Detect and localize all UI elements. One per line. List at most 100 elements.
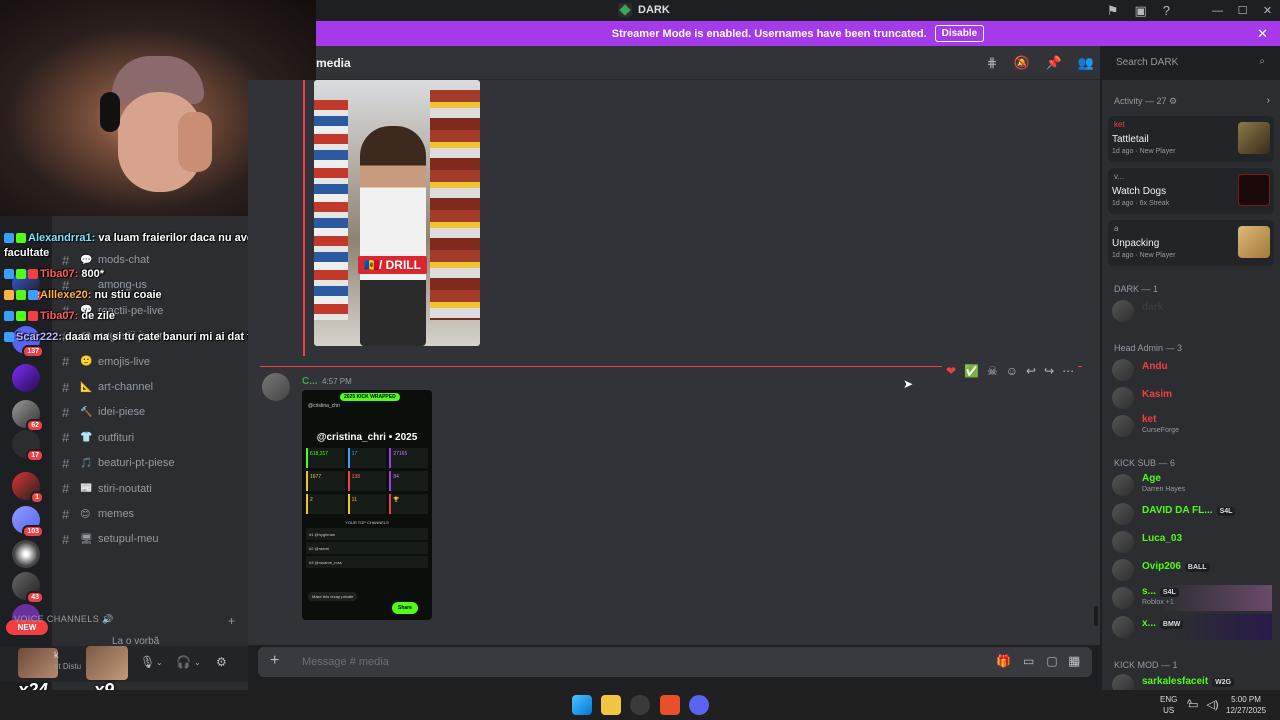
banner-close-icon[interactable]: ✕ — [1257, 26, 1268, 42]
brave-browser-icon[interactable] — [660, 695, 680, 715]
server-icon[interactable] — [12, 364, 40, 392]
video-attachment[interactable]: 🇲🇩/ DRILL — [314, 80, 480, 346]
chevron-right-icon[interactable]: › — [1267, 95, 1270, 106]
member-item[interactable]: Ovip206 BALL — [1112, 557, 1272, 583]
top-channels-label: YOUR TOP CHANNELS — [345, 520, 389, 525]
sticker-icon[interactable]: ▢ — [1046, 654, 1057, 668]
search-input[interactable]: Search DARK ⌕ — [1110, 53, 1270, 73]
channel-item-beaturi-pt-piese[interactable]: # 🎵 beaturi-pt-piese — [62, 452, 240, 474]
help-icon[interactable]: ? — [1163, 3, 1170, 19]
scrollbar-thumb[interactable] — [1094, 606, 1098, 626]
stat-cell: 618,317 — [306, 448, 345, 468]
gif-icon[interactable]: ▭ — [1023, 654, 1034, 668]
threads-icon[interactable]: ⋕ — [987, 55, 998, 71]
message-author-avatar[interactable] — [262, 373, 290, 401]
chat-badge-icon — [28, 311, 38, 322]
top-channel-row: #3 @rosame_ross — [306, 556, 428, 568]
obs-icon[interactable] — [630, 695, 650, 715]
close-window-icon[interactable]: ✕ — [1255, 0, 1280, 21]
server-icon[interactable]: 1 — [12, 472, 44, 504]
member-item[interactable]: Kasim — [1112, 385, 1272, 411]
member-item[interactable]: Luca_03 — [1112, 529, 1272, 555]
chevron-down-icon[interactable]: ⌄ — [194, 658, 201, 667]
inbox-icon[interactable]: ▣ — [1134, 3, 1146, 19]
message-author[interactable]: C... — [302, 376, 318, 387]
clock[interactable]: 5:00 PM 12/27/2025 — [1226, 694, 1266, 716]
member-item[interactable]: Age Darren Hayes — [1112, 472, 1272, 498]
user-status: ot Distu — [54, 662, 82, 671]
input-language[interactable]: ENG US — [1160, 694, 1177, 716]
channel-item-setupul-meu[interactable]: # 🖥 setupul-meu — [62, 528, 240, 550]
channel-item-idei-piese[interactable]: # 🔨 idei-piese — [62, 401, 240, 423]
reply-thread-line — [303, 80, 305, 356]
activity-meta: 1d ago · New Player — [1112, 148, 1176, 155]
message-composer[interactable]: + Message # media 🎁 ▭ ▢ ☺ — [258, 647, 1092, 677]
chevron-down-icon[interactable]: ⌄ — [156, 658, 163, 667]
member-item[interactable]: Andu — [1112, 357, 1272, 383]
channel-item-art-channel[interactable]: # 📐 art-channel — [62, 376, 240, 398]
chat-user: Tiba07: — [40, 310, 79, 322]
volume-icon[interactable]: ◁) — [1206, 698, 1218, 711]
attach-plus-icon[interactable]: + — [270, 652, 279, 670]
member-item[interactable]: x... BMW — [1112, 614, 1272, 640]
nitro-gift-icon[interactable]: 🎁 — [996, 654, 1011, 668]
channel-item-stiri-noutati[interactable]: # 📰 stiri-noutati — [62, 478, 240, 500]
heart-reaction-icon[interactable]: ❤ — [946, 364, 956, 378]
channel-item-emojis-live[interactable]: # 🙂 emojis-live — [62, 351, 240, 373]
member-item[interactable]: dark — [1112, 298, 1272, 324]
member-avatar — [1112, 387, 1134, 409]
voice-channels-header[interactable]: VOICE CHANNELS 🔊 — [14, 614, 114, 625]
tray-icons: ▭ ◁) — [1188, 698, 1219, 711]
skull-reaction-icon[interactable]: ☠ — [987, 364, 998, 378]
member-activity: Darren Hayes — [1142, 486, 1186, 493]
check-reaction-icon[interactable]: ✅ — [964, 364, 979, 378]
member-name: ket — [1142, 414, 1157, 425]
activity-user: a — [1114, 224, 1119, 233]
activity-card[interactable]: v... Watch Dogs 1d ago · 6x Streak — [1108, 168, 1274, 214]
kick-wrapped-image[interactable]: 2025 KICK WRAPPED @cristina_chri @cristi… — [302, 390, 432, 620]
microphone-icon[interactable]: 🎙 — [140, 655, 155, 669]
user-avatar[interactable] — [18, 648, 58, 678]
add-voice-channel-icon[interactable]: + — [228, 614, 235, 628]
window-title: DARK — [618, 3, 670, 17]
windows-start-icon[interactable] — [572, 695, 592, 715]
member-list-icon[interactable]: 👥 — [1078, 55, 1094, 71]
member-item[interactable]: ket CurseForge — [1112, 413, 1272, 439]
activity-header[interactable]: Activity — 27 ⚙ — [1114, 96, 1177, 107]
disable-streamer-mode-button[interactable]: Disable — [934, 25, 985, 42]
channel-item-outfituri[interactable]: # 👕 outfituri — [62, 427, 240, 449]
settings-gear-icon[interactable]: ⚙ — [216, 655, 227, 669]
server-icon[interactable]: 103 — [12, 506, 44, 538]
activity-card[interactable]: a Unpacking 1d ago · New Player — [1108, 220, 1274, 266]
add-reaction-icon[interactable]: ☺ — [1006, 364, 1018, 378]
user-name: k — [54, 650, 59, 660]
server-icon[interactable]: 17 — [12, 430, 44, 462]
forward-icon[interactable]: ↪ — [1044, 364, 1054, 378]
member-item[interactable]: s... S4L Roblox +1 — [1112, 585, 1272, 611]
activity-card[interactable]: ket Tattletail 1d ago · New Player — [1108, 116, 1274, 162]
network-icon[interactable]: ▭ — [1188, 698, 1198, 711]
apps-icon[interactable]: ▦ — [1068, 653, 1080, 669]
file-explorer-icon[interactable] — [601, 695, 621, 715]
headphones-icon[interactable]: 🎧 — [176, 655, 191, 669]
hand — [178, 112, 212, 172]
pin-icon[interactable]: 📌 — [1046, 55, 1062, 71]
hash-icon: # — [62, 252, 70, 268]
reply-icon[interactable]: ↩ — [1026, 364, 1036, 378]
member-name: Kasim — [1142, 389, 1173, 400]
channel-item-memes[interactable]: # 😊 memes — [62, 503, 240, 525]
member-activity: CurseForge — [1142, 427, 1179, 434]
member-list: Activity — 27 ⚙ › ket Tattletail 1d ago … — [1102, 80, 1280, 696]
mute-bell-icon[interactable]: 🔕 — [1013, 55, 1029, 71]
more-options-icon[interactable]: ⋯ — [1062, 364, 1074, 378]
flag-icon[interactable]: ⚑ — [1107, 3, 1119, 19]
server-icon[interactable]: 43 — [12, 572, 44, 604]
maximize-icon[interactable]: ☐ — [1230, 0, 1255, 21]
stream-chat-line: Tiba07: de zile — [4, 310, 115, 322]
server-icon[interactable]: 62 — [12, 400, 44, 432]
minimize-icon[interactable]: — — [1205, 0, 1230, 21]
server-icon[interactable] — [12, 540, 40, 568]
channel-label: emojis-live — [98, 355, 150, 368]
discord-app-icon[interactable] — [689, 695, 709, 715]
member-item[interactable]: DAVID DA FL... S4L — [1112, 501, 1272, 527]
